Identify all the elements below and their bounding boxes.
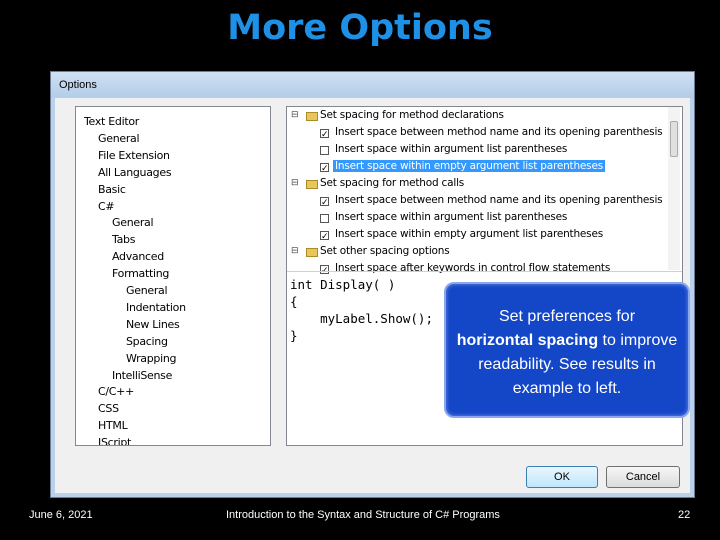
slide-title: More Options [227, 8, 493, 48]
tree-item[interactable]: Basic [98, 183, 126, 196]
tree-item[interactable]: C/C++ [98, 385, 134, 398]
tree-item[interactable]: CSS [98, 402, 119, 415]
tree-item[interactable]: C# [98, 200, 115, 213]
option-checkbox[interactable]: ✓ [320, 163, 329, 173]
option-label[interactable]: Insert space within argument list parent… [335, 211, 567, 223]
tree-item[interactable]: General [126, 284, 168, 297]
folder-icon [306, 180, 318, 189]
folder-icon [306, 112, 318, 121]
option-label[interactable]: Insert space within empty argument list … [333, 160, 605, 172]
code-line-1: int Display( ) [290, 277, 396, 292]
collapse-icon[interactable]: ⊟ [291, 245, 299, 256]
option-checkbox[interactable]: ✓ [320, 265, 329, 275]
callout-box: Set preferences for horizontal spacing t… [444, 282, 690, 418]
option-checkbox[interactable]: ✓ [320, 129, 329, 139]
preview-divider [287, 271, 682, 272]
tree-item[interactable]: JScript [98, 436, 131, 445]
option-label[interactable]: Insert space within empty argument list … [335, 228, 603, 240]
code-line-2: { [290, 294, 298, 309]
options-scroll-thumb[interactable] [670, 121, 678, 157]
tree-item[interactable]: General [112, 216, 154, 229]
tree-item[interactable]: Wrapping [126, 352, 177, 365]
tree-item[interactable]: HTML [98, 419, 128, 432]
option-label[interactable]: Insert space within argument list parent… [335, 143, 567, 155]
tree-item[interactable]: Spacing [126, 335, 168, 348]
option-checkbox[interactable] [320, 146, 329, 155]
tree-item[interactable]: Advanced [112, 250, 164, 263]
tree-item[interactable]: All Languages [98, 166, 172, 179]
dialog-titlebar[interactable]: Options [51, 72, 694, 98]
collapse-icon[interactable]: ⊟ [291, 109, 299, 120]
code-line-4: } [290, 328, 298, 343]
callout-text-bold: horizontal spacing [456, 332, 599, 349]
tree-item[interactable]: Tabs [112, 233, 135, 246]
tree-item[interactable]: File Extension [98, 149, 170, 162]
folder-icon [306, 248, 318, 257]
option-group-label[interactable]: Set other spacing options [320, 245, 450, 257]
cancel-button[interactable]: Cancel [606, 466, 680, 488]
option-group-label[interactable]: Set spacing for method calls [320, 177, 464, 189]
option-label[interactable]: Insert space between method name and its… [335, 194, 663, 206]
footer-page-number: 22 [678, 509, 691, 521]
tree-item[interactable]: IntelliSense [112, 369, 172, 382]
footer-title: Introduction to the Syntax and Structure… [226, 509, 500, 521]
ok-button[interactable]: OK [526, 466, 598, 488]
tree-item[interactable]: General [98, 132, 140, 145]
tree-item[interactable]: Text Editor [84, 115, 139, 128]
tree-item[interactable]: Formatting [112, 267, 169, 280]
option-checkbox[interactable]: ✓ [320, 197, 329, 207]
dialog-title: Options [59, 79, 97, 91]
options-scrollbar[interactable] [668, 107, 680, 270]
option-group-label[interactable]: Set spacing for method declarations [320, 109, 504, 121]
code-line-3: myLabel.Show(); [290, 311, 433, 326]
tree-item[interactable]: New Lines [126, 318, 180, 331]
option-checkbox[interactable] [320, 214, 329, 223]
option-checkbox[interactable]: ✓ [320, 231, 329, 241]
tree-item[interactable]: Indentation [126, 301, 186, 314]
option-label[interactable]: Insert space between method name and its… [335, 126, 663, 138]
collapse-icon[interactable]: ⊟ [291, 177, 299, 188]
footer-date: June 6, 2021 [29, 509, 93, 521]
option-label[interactable]: Insert space after keywords in control f… [335, 262, 610, 274]
options-tree: Text Editor General File Extension All Lang… [75, 106, 271, 446]
callout-text-start: Set preferences for [498, 308, 636, 325]
